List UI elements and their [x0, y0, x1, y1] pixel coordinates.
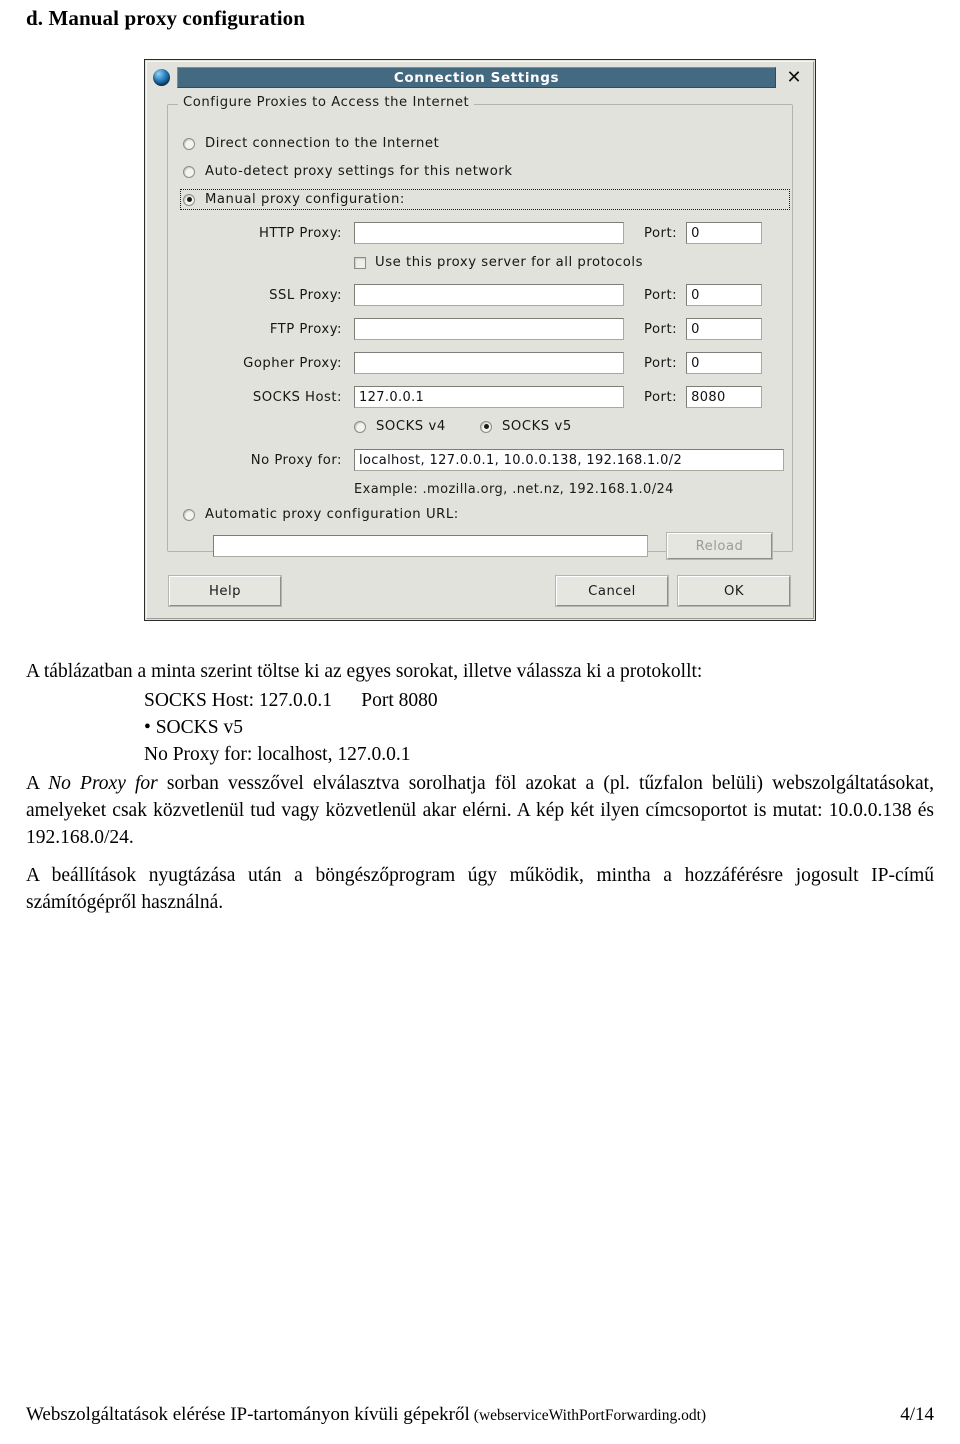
row-no-proxy: No Proxy for: localhost, 127.0.0.1, 10.0…	[187, 449, 787, 471]
page-footer: Webszolgáltatások elérése IP-tartományon…	[26, 1404, 934, 1426]
radio-auto-config-url-indicator	[183, 508, 195, 521]
auto-config-url-input[interactable]	[213, 535, 648, 557]
radio-auto-detect-indicator	[183, 165, 195, 178]
list-item: No Proxy for: localhost, 127.0.0.1	[144, 744, 411, 765]
page-title: d. Manual proxy configuration	[26, 6, 306, 30]
socks-port-input[interactable]: 8080	[686, 386, 763, 408]
cancel-button-wrap: Cancel	[556, 576, 668, 606]
radio-auto-config-url-label: Automatic proxy configuration URL:	[205, 507, 459, 522]
ftp-proxy-label: FTP Proxy:	[269, 321, 342, 337]
radio-auto-detect[interactable]: Auto-detect proxy settings for this netw…	[183, 164, 513, 179]
dialog-inner-frame: Connection Settings ✕ Configure Proxies …	[146, 61, 814, 619]
radio-socks-v4-label: SOCKS v4	[376, 419, 446, 434]
ftp-port-label: Port:	[644, 321, 678, 337]
para2-italic-term: No Proxy for	[48, 773, 158, 794]
radio-direct-connection-indicator	[183, 137, 195, 150]
close-icon[interactable]: ✕	[783, 67, 805, 88]
http-port-input[interactable]: 0	[686, 222, 763, 244]
radio-manual-proxy[interactable]: Manual proxy configuration:	[180, 189, 790, 210]
footer-filename: (webserviceWithPortForwarding.odt)	[473, 1407, 707, 1424]
gopher-proxy-label: Gopher Proxy:	[243, 355, 342, 371]
radio-socks-v4-indicator	[354, 420, 366, 433]
http-port-label: Port:	[644, 225, 678, 241]
ssl-port-input[interactable]: 0	[686, 284, 763, 306]
radio-socks-v5-indicator	[480, 420, 492, 433]
row-socks-host: SOCKS Host: 127.0.0.1 Port: 8080	[187, 386, 787, 408]
checkbox-all-protocols-indicator	[354, 256, 366, 269]
ok-button[interactable]: OK	[678, 576, 790, 606]
ssl-proxy-input[interactable]	[354, 284, 624, 306]
row-auto-config-url: Reload	[213, 533, 772, 559]
para2-rest: sorban vesszővel elválasztva sorolhatja …	[26, 773, 934, 848]
firefox-orb-icon	[153, 69, 170, 86]
radio-socks-v5-label: SOCKS v5	[502, 419, 572, 434]
no-proxy-label: No Proxy for:	[250, 452, 342, 468]
dialog-titlebar: Connection Settings ✕	[153, 67, 807, 89]
row-gopher-proxy: Gopher Proxy: Port: 0	[187, 352, 787, 374]
list-item: • SOCKS v5	[144, 717, 243, 738]
socks-host-input[interactable]: 127.0.0.1	[354, 386, 624, 408]
radio-direct-connection-label: Direct connection to the Internet	[205, 136, 440, 151]
proxy-groupbox-legend: Configure Proxies to Access the Internet	[178, 95, 475, 110]
gopher-port-input[interactable]: 0	[686, 352, 763, 374]
socks-host-label: SOCKS Host:	[252, 389, 342, 405]
dialog-title: Connection Settings	[393, 69, 560, 86]
row-ftp-proxy: FTP Proxy: Port: 0	[187, 318, 787, 340]
ssl-proxy-label: SSL Proxy:	[269, 287, 342, 303]
checkbox-all-protocols[interactable]: Use this proxy server for all protocols	[354, 255, 643, 270]
list-item: SOCKS Host: 127.0.0.1 Port 8080	[144, 690, 438, 711]
dialog-title-background: Connection Settings	[177, 67, 776, 88]
cancel-button[interactable]: Cancel	[556, 576, 668, 606]
footer-page-number: 4/14	[900, 1404, 934, 1425]
http-proxy-label: HTTP Proxy:	[258, 225, 342, 241]
reload-button[interactable]: Reload	[667, 533, 772, 559]
dialog-button-bar: Help	[169, 576, 281, 606]
socks-port-label: Port:	[644, 389, 678, 405]
ssl-port-label: Port:	[644, 287, 678, 303]
ok-button-wrap: OK	[678, 576, 790, 606]
radio-auto-detect-label: Auto-detect proxy settings for this netw…	[205, 164, 513, 179]
no-proxy-example-hint: Example: .mozilla.org, .net.nz, 192.168.…	[354, 482, 674, 497]
radio-auto-config-url[interactable]: Automatic proxy configuration URL:	[183, 507, 459, 522]
connection-settings-dialog: Connection Settings ✕ Configure Proxies …	[144, 59, 816, 621]
closing-paragraph: A beállítások nyugtázása után a böngésző…	[26, 865, 934, 913]
radio-socks-v4[interactable]: SOCKS v4	[354, 419, 446, 434]
gopher-proxy-input[interactable]	[354, 352, 624, 374]
footer-title: Webszolgáltatások elérése IP-tartományon…	[26, 1404, 470, 1425]
radio-manual-proxy-label: Manual proxy configuration:	[205, 192, 405, 207]
no-proxy-input[interactable]: localhost, 127.0.0.1, 10.0.0.138, 192.16…	[354, 449, 784, 471]
ftp-port-input[interactable]: 0	[686, 318, 763, 340]
radio-direct-connection[interactable]: Direct connection to the Internet	[183, 136, 439, 151]
intro-paragraph: A táblázatban a minta szerint töltse ki …	[26, 661, 703, 682]
radio-manual-proxy-indicator	[183, 193, 195, 206]
radio-socks-v5[interactable]: SOCKS v5	[480, 419, 572, 434]
no-proxy-paragraph: A No Proxy for sorban vesszővel elválasz…	[26, 770, 934, 851]
http-proxy-input[interactable]	[354, 222, 624, 244]
help-button[interactable]: Help	[169, 576, 281, 606]
ftp-proxy-input[interactable]	[354, 318, 624, 340]
row-http-proxy: HTTP Proxy: Port: 0	[187, 222, 787, 244]
checkbox-all-protocols-label: Use this proxy server for all protocols	[375, 255, 644, 270]
para2-prefix: A	[26, 773, 49, 794]
content-area: A táblázatban a minta szerint töltse ki …	[26, 658, 934, 916]
row-ssl-proxy: SSL Proxy: Port: 0	[187, 284, 787, 306]
gopher-port-label: Port:	[644, 355, 678, 371]
